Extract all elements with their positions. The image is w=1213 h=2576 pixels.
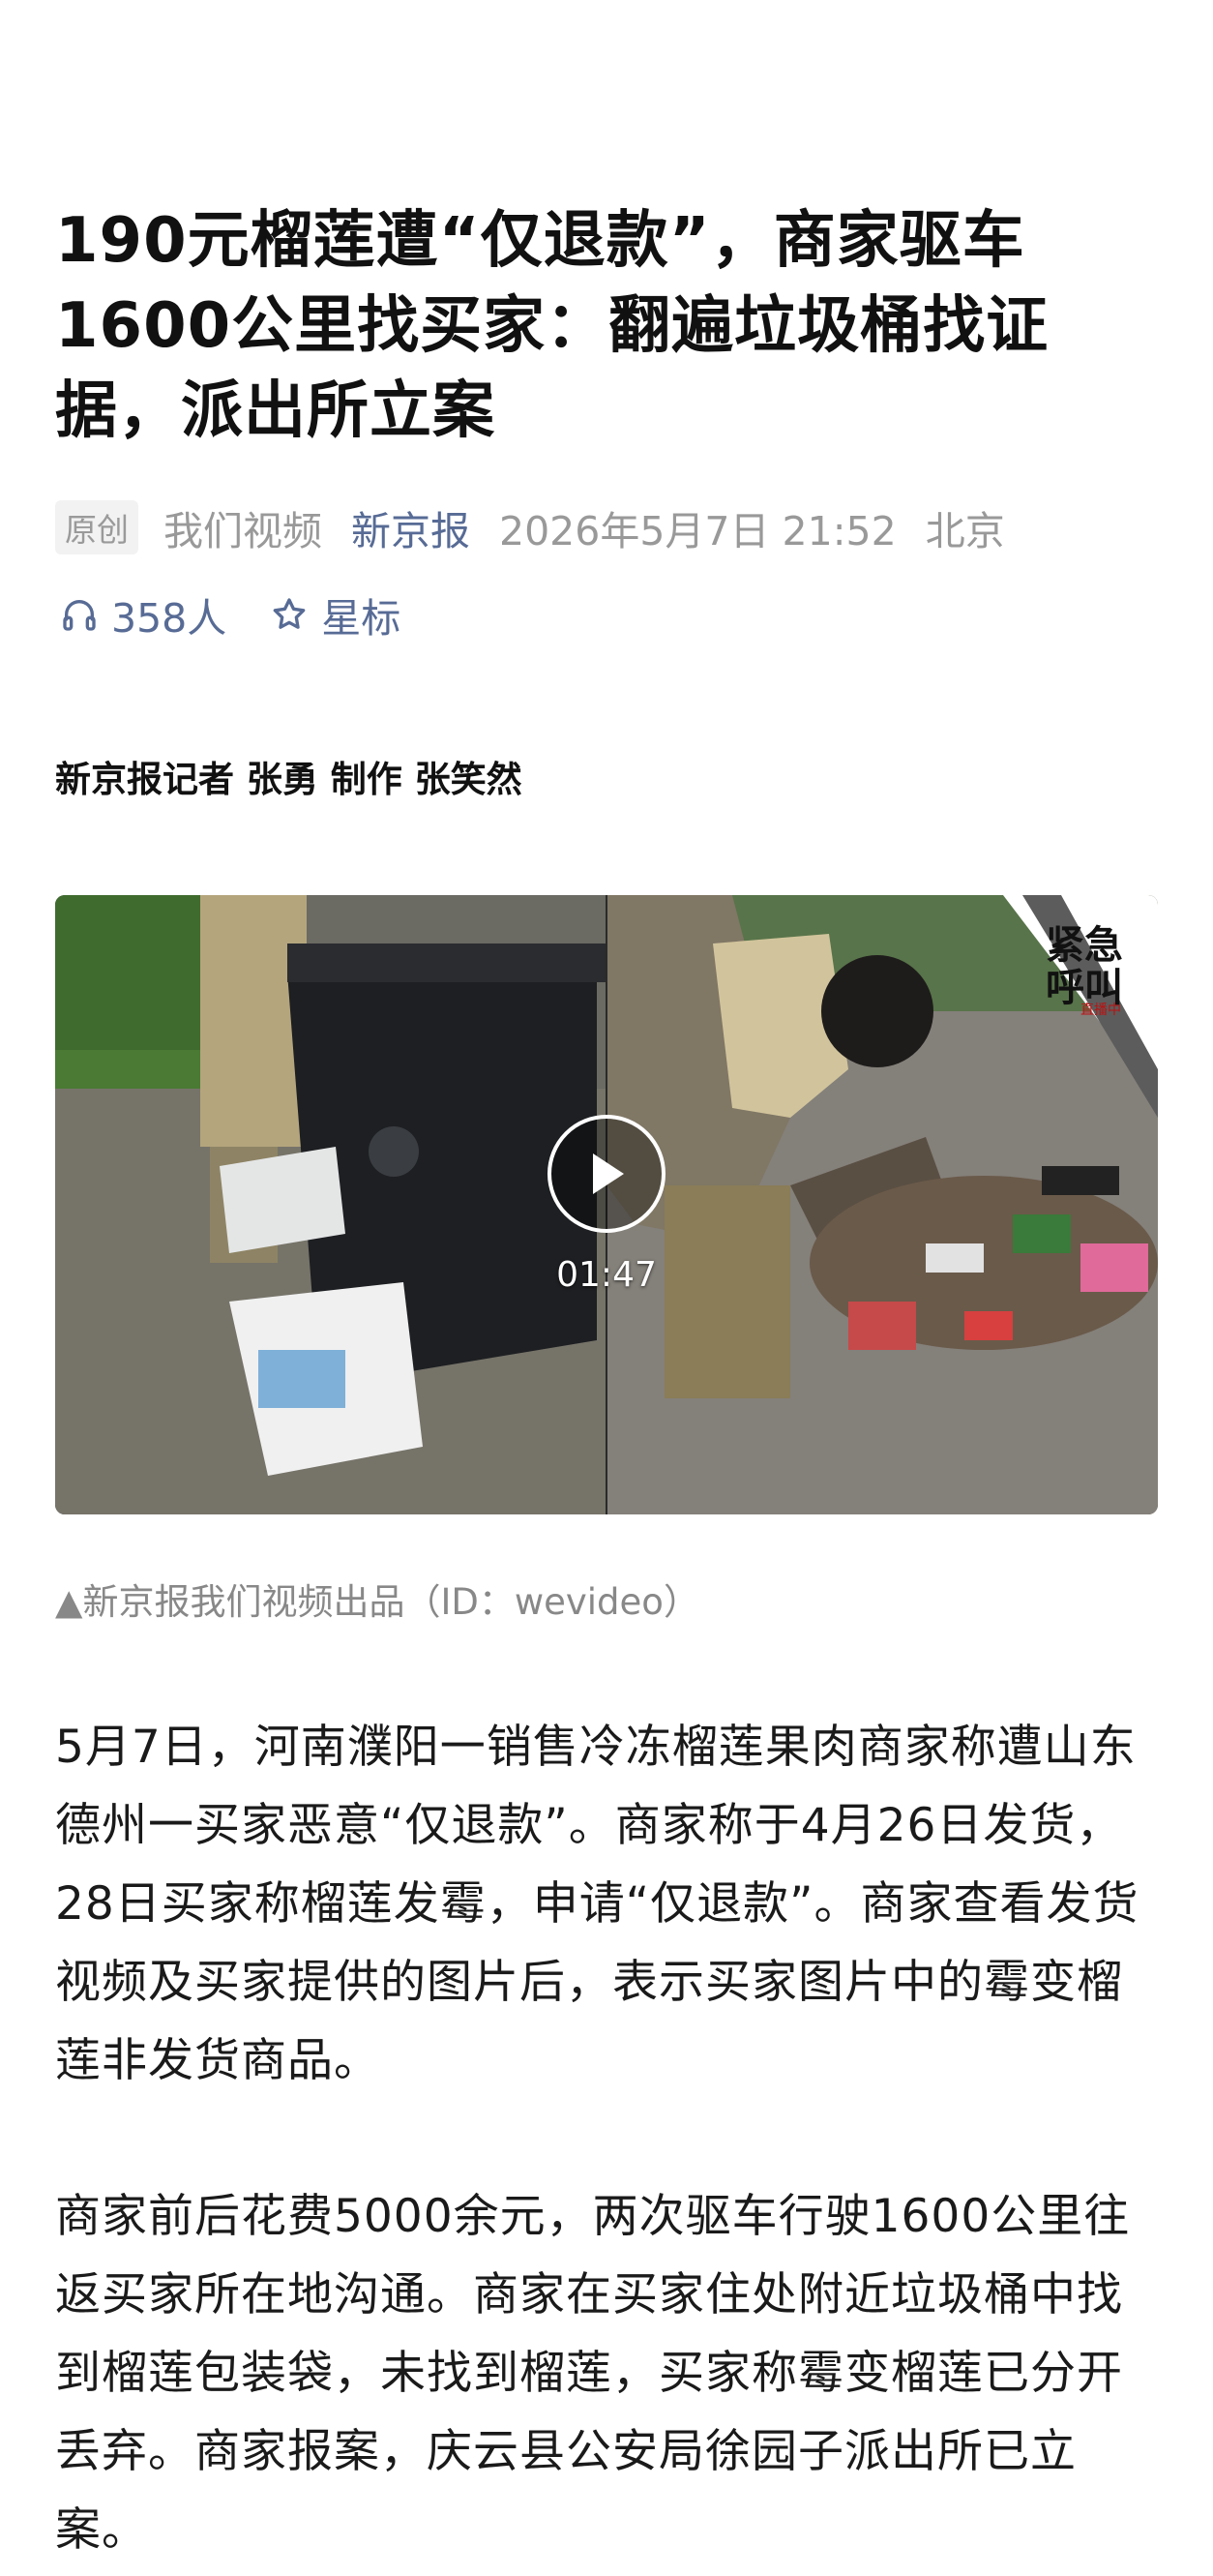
watermark-subtext: 直播中 xyxy=(1080,1003,1121,1018)
video-caption: ▲新京报我们视频出品（ID：wevideo） xyxy=(55,1581,699,1623)
article-stats: 358人 星标 xyxy=(55,585,400,644)
headphones-icon xyxy=(55,590,104,639)
star-button-label[interactable]: 星标 xyxy=(321,585,400,644)
publish-location: 北京 xyxy=(925,508,1005,554)
listener-count[interactable]: 358人 xyxy=(111,585,226,644)
reporter-credit: 新京报记者 张勇 制作 张笑然 xyxy=(55,759,522,800)
publish-date: 2026年5月7日 21:52 xyxy=(499,508,897,554)
watermark-text: 紧急呼叫 xyxy=(1046,922,1123,1010)
article-page: 190元榴莲遭“仅退款”，商家驱车1600公里找买家：翻遍垃圾桶找证据，派出所立… xyxy=(0,0,1213,2576)
article-paragraph: 商家前后花费5000余元，两次驱车行驶1600公里往返买家所在地沟通。商家在买家… xyxy=(55,2190,1131,2557)
video-player[interactable]: 紧急呼叫 直播中 01:47 xyxy=(55,895,1158,1514)
star-icon[interactable] xyxy=(265,590,313,639)
article-paragraph: 5月7日，河南濮阳一销售冷冻榴莲果肉商家称遭山东德州一买家恶意“仅退款”。商家称… xyxy=(55,1721,1139,2087)
article-meta: 原创 我们视频 新京报 2026年5月7日 21:52 北京 xyxy=(55,498,1005,556)
play-icon xyxy=(585,1150,628,1198)
play-button[interactable] xyxy=(547,1115,666,1233)
article-title: 190元榴莲遭“仅退款”，商家驱车1600公里找买家：翻遍垃圾桶找证据，派出所立… xyxy=(55,205,1050,447)
author-link[interactable]: 我们视频 xyxy=(163,498,322,556)
video-duration: 01:47 xyxy=(556,1255,657,1295)
original-tag: 原创 xyxy=(55,500,138,554)
channel-watermark: 紧急呼叫 直播中 xyxy=(1026,914,1152,1031)
source-account-link[interactable]: 新京报 xyxy=(351,498,470,556)
